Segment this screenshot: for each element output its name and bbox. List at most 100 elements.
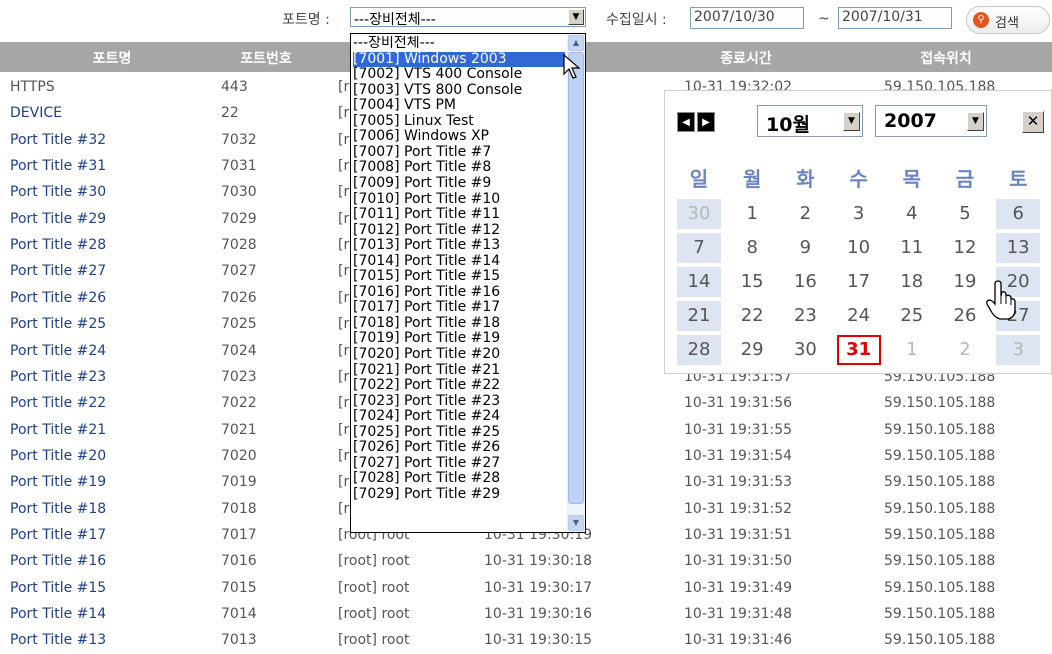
dropdown-option[interactable]: [7010] Port Title #10 xyxy=(353,192,565,208)
dropdown-option[interactable]: [7023] Port Title #23 xyxy=(353,394,565,410)
close-icon[interactable]: ✕ xyxy=(1022,111,1044,133)
calendar-day[interactable]: 28 xyxy=(677,335,721,365)
calendar-day[interactable]: 7 xyxy=(677,233,721,263)
dropdown-scrollbar[interactable]: ▲ ▼ xyxy=(567,34,585,532)
calendar-day[interactable]: 22 xyxy=(730,301,774,331)
calendar-day[interactable]: 10 xyxy=(837,233,881,263)
port-name-cell[interactable]: Port Title #27 xyxy=(10,263,106,279)
dropdown-option[interactable]: [7006] Windows XP xyxy=(353,129,565,145)
dropdown-option[interactable]: ---장비전체--- xyxy=(353,36,565,52)
port-name-cell[interactable]: Port Title #31 xyxy=(10,158,106,174)
dropdown-option[interactable]: [7011] Port Title #11 xyxy=(353,207,565,223)
port-name-cell[interactable]: DEVICE xyxy=(10,105,62,121)
dropdown-option[interactable]: [7013] Port Title #13 xyxy=(353,238,565,254)
dropdown-option[interactable]: [7028] Port Title #28 xyxy=(353,471,565,487)
search-button[interactable]: ⚲ 검색 xyxy=(966,6,1050,34)
calendar-day[interactable]: 23 xyxy=(783,301,827,331)
calendar-day[interactable]: 1 xyxy=(890,335,934,365)
dropdown-option[interactable]: [7021] Port Title #21 xyxy=(353,363,565,379)
dropdown-option[interactable]: [7009] Port Title #9 xyxy=(353,176,565,192)
calendar-day[interactable]: 1 xyxy=(730,199,774,229)
table-row[interactable]: Port Title #13 7013 [root] root 10-31 19:30… xyxy=(0,627,1052,653)
dropdown-option[interactable]: [7014] Port Title #14 xyxy=(353,254,565,270)
port-select[interactable]: ---장비전체--- ▼ xyxy=(350,7,586,28)
port-name-cell[interactable]: Port Title #18 xyxy=(10,501,106,517)
calendar-day[interactable]: 16 xyxy=(783,267,827,297)
port-name-cell[interactable]: Port Title #30 xyxy=(10,184,106,200)
port-name-cell[interactable]: Port Title #29 xyxy=(10,211,106,227)
dropdown-option[interactable]: [7016] Port Title #16 xyxy=(353,285,565,301)
port-name-cell[interactable]: Port Title #20 xyxy=(10,448,106,464)
port-name-cell[interactable]: Port Title #28 xyxy=(10,237,106,253)
scrollbar-thumb[interactable] xyxy=(568,52,584,504)
dropdown-option[interactable]: [7007] Port Title #7 xyxy=(353,145,565,161)
dropdown-option[interactable]: [7019] Port Title #19 xyxy=(353,331,565,347)
calendar-day[interactable]: 12 xyxy=(943,233,987,263)
calendar-day[interactable]: 13 xyxy=(996,233,1041,263)
dropdown-option[interactable]: [7004] VTS PM xyxy=(353,98,565,114)
date-from-input[interactable]: 2007/10/30 xyxy=(690,7,804,29)
calendar-day[interactable]: 5 xyxy=(943,199,987,229)
calendar-day[interactable]: 3 xyxy=(996,335,1041,365)
chevron-down-icon[interactable]: ▼ xyxy=(568,9,584,25)
dropdown-option[interactable]: [7020] Port Title #20 xyxy=(353,347,565,363)
calendar-day[interactable]: 18 xyxy=(890,267,934,297)
prev-month-icon[interactable]: ◀ xyxy=(677,112,695,132)
port-name-cell[interactable]: Port Title #16 xyxy=(10,553,106,569)
calendar-day[interactable]: 17 xyxy=(837,267,881,297)
calendar-day[interactable]: 30 xyxy=(783,335,827,365)
dropdown-option[interactable]: [7012] Port Title #12 xyxy=(353,223,565,239)
dropdown-option[interactable]: [7002] VTS 400 Console xyxy=(353,67,565,83)
port-name-cell[interactable]: Port Title #26 xyxy=(10,290,106,306)
calendar-day[interactable]: 24 xyxy=(837,301,881,331)
date-to-input[interactable]: 2007/10/31 xyxy=(838,7,952,29)
dropdown-option[interactable]: [7027] Port Title #27 xyxy=(353,456,565,472)
calendar-day[interactable]: 30 xyxy=(677,199,721,229)
port-name-cell[interactable]: Port Title #24 xyxy=(10,343,106,359)
next-month-icon[interactable]: ▶ xyxy=(697,112,715,132)
dropdown-option[interactable]: [7029] Port Title #29 xyxy=(353,487,565,503)
dropdown-option[interactable]: [7001] Windows 2003 xyxy=(353,51,565,68)
calendar-day[interactable]: 2 xyxy=(783,199,827,229)
scroll-up-icon[interactable]: ▲ xyxy=(568,35,584,51)
port-name-cell[interactable]: Port Title #19 xyxy=(10,474,106,490)
table-row[interactable]: Port Title #15 7015 [root] root 10-31 19:30… xyxy=(0,575,1052,601)
port-name-cell[interactable]: Port Title #23 xyxy=(10,369,106,385)
calendar-day-today[interactable]: 31 xyxy=(836,335,881,365)
calendar-day[interactable]: 8 xyxy=(730,233,774,263)
port-name-cell[interactable]: Port Title #21 xyxy=(10,422,106,438)
calendar-day[interactable]: 6 xyxy=(996,199,1041,229)
dropdown-option[interactable]: [7005] Linux Test xyxy=(353,114,565,130)
port-name-cell[interactable]: Port Title #15 xyxy=(10,580,106,596)
dropdown-option[interactable]: [7025] Port Title #25 xyxy=(353,425,565,441)
port-name-cell[interactable]: Port Title #32 xyxy=(10,132,106,148)
dropdown-option[interactable]: [7015] Port Title #15 xyxy=(353,269,565,285)
port-name-cell[interactable]: Port Title #13 xyxy=(10,632,106,648)
port-name-cell[interactable]: HTTPS xyxy=(10,79,55,95)
calendar-day[interactable]: 21 xyxy=(677,301,721,331)
port-name-cell[interactable]: Port Title #14 xyxy=(10,606,106,622)
calendar-day[interactable]: 11 xyxy=(890,233,934,263)
month-select[interactable]: 10월 ▼ xyxy=(757,105,863,137)
scroll-down-icon[interactable]: ▼ xyxy=(568,515,584,531)
calendar-day[interactable]: 4 xyxy=(890,199,934,229)
calendar-day[interactable]: 3 xyxy=(837,199,881,229)
dropdown-option[interactable]: [7008] Port Title #8 xyxy=(353,160,565,176)
calendar-day[interactable]: 15 xyxy=(730,267,774,297)
dropdown-option[interactable]: [7018] Port Title #18 xyxy=(353,316,565,332)
calendar-day[interactable]: 9 xyxy=(783,233,827,263)
chevron-down-icon[interactable]: ▼ xyxy=(843,112,860,131)
calendar-day[interactable]: 14 xyxy=(677,267,721,297)
calendar-day[interactable]: 19 xyxy=(943,267,987,297)
table-row[interactable]: Port Title #16 7016 [root] root 10-31 19:30… xyxy=(0,548,1052,574)
table-row[interactable]: Port Title #14 7014 [root] root 10-31 19:30… xyxy=(0,601,1052,627)
calendar-day[interactable]: 2 xyxy=(943,335,987,365)
chevron-down-icon[interactable]: ▼ xyxy=(967,112,984,131)
calendar-day[interactable]: 29 xyxy=(730,335,774,365)
year-select[interactable]: 2007 ▼ xyxy=(875,105,987,137)
port-name-cell[interactable]: Port Title #25 xyxy=(10,316,106,332)
dropdown-option[interactable]: [7017] Port Title #17 xyxy=(353,300,565,316)
port-dropdown-list[interactable]: ---장비전체--- [7001] Windows 2003 [7002] VTS … xyxy=(350,33,586,533)
dropdown-option[interactable]: [7026] Port Title #26 xyxy=(353,440,565,456)
dropdown-option[interactable]: [7024] Port Title #24 xyxy=(353,409,565,425)
